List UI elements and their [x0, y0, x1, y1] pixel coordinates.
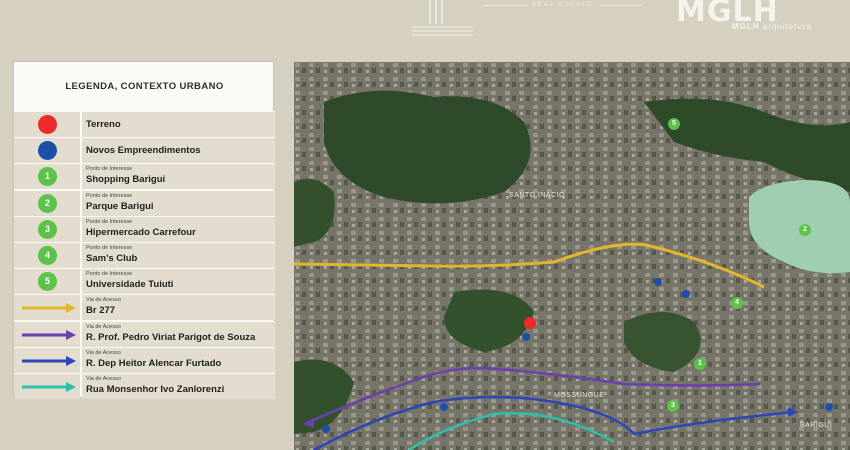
legend-sublabel: Via de Acesso: [86, 376, 121, 382]
legend-sublabel: Ponto de Interesse: [86, 192, 133, 199]
circle-marker-icon: [38, 141, 57, 161]
divider: [600, 5, 642, 6]
satellite-map[interactable]: SANTO INÁCIO MOSSUNGUE BARIGUI 5 2 4 1 3: [294, 62, 850, 450]
arrow-right-icon: [22, 303, 76, 314]
brand-logo-icon: [412, 0, 473, 36]
legend-row: 3 Ponto de Interesse Hipermercado Carrefou…: [14, 215, 275, 242]
arrow-right-icon: [22, 355, 76, 366]
label-barigui: BARIGUI: [800, 422, 833, 429]
brand-subtitle: MGLH arquitetura: [732, 22, 813, 31]
terreno-marker[interactable]: [524, 317, 536, 329]
legend-symbol-cell: 2: [14, 189, 80, 216]
label-santo-inacio: SANTO INÁCIO: [509, 192, 566, 199]
legend-sublabel: Ponto de Interesse: [86, 166, 133, 173]
legend-label: Shopping Barigui: [86, 174, 166, 186]
legend-label-cell: Via de Acesso R. Prof. Pedro Viriat Parig…: [82, 320, 275, 347]
legend-symbol-cell: [14, 320, 80, 347]
arrow-right-icon: [22, 329, 76, 340]
legend-symbol-cell: 3: [14, 215, 80, 242]
legend-row: 2 Ponto de Interesse Parque Barigui: [14, 189, 275, 216]
circle-marker-icon: [38, 115, 57, 134]
legend-label: Terreno: [86, 119, 121, 130]
legend-label-cell: Ponto de Interesse Hipermercado Carrefour: [82, 215, 275, 242]
legend-symbol-cell: [14, 111, 80, 137]
legend-panel: LEGENDA, CONTEXTO URBANO Terreno Novos Em…: [13, 61, 275, 399]
label-mossungue: MOSSUNGUE: [554, 392, 605, 399]
legend-symbol-cell: [14, 373, 80, 399]
legend-label-cell: Ponto de Interesse Parque Barigui: [82, 189, 275, 216]
legend-sublabel: Via de Acesso: [86, 323, 121, 330]
poi-pin-2[interactable]: 2: [799, 224, 811, 236]
legend-row: Via de Acesso Br 277: [14, 294, 275, 321]
legend-sublabel: Ponto de Interesse: [86, 271, 133, 278]
legend-label: R. Dep Heitor Alencar Furtado: [86, 357, 222, 369]
legend-label-cell: Terreno: [82, 111, 275, 137]
legend-row: Terreno: [14, 111, 275, 137]
legend-symbol-cell: [14, 346, 80, 373]
legend-symbol-cell: 4: [14, 242, 80, 268]
legend-row: Via de Acesso R. Dep Heitor Alencar Furta…: [14, 346, 275, 373]
legend-sublabel: Ponto de Interesse: [86, 218, 133, 225]
legend-row: 5 Ponto de Interesse Universidade Tuiuti: [14, 268, 275, 295]
arrow-right-icon: [22, 382, 76, 392]
legend-symbol-cell: 1: [14, 163, 80, 190]
legend-label-cell: Via de Acesso Rua Monsenhor Ivo Zanlorenz…: [82, 373, 275, 399]
legend-label: Sam's Club: [86, 253, 138, 264]
header: REAL ESTATE MGLH MGLH arquitetura: [0, 0, 850, 60]
poi-marker-icon: 5: [38, 272, 57, 292]
poi-marker-icon: 1: [38, 167, 57, 187]
legend-label-cell: Ponto de Interesse Sam's Club: [82, 242, 275, 268]
poi-pin-1[interactable]: 1: [694, 358, 706, 370]
poi-marker-icon: 4: [38, 246, 57, 265]
legend-label: Parque Barigui: [86, 200, 154, 212]
poi-marker-icon: 2: [38, 193, 57, 213]
poi-pin-5[interactable]: 5: [668, 118, 680, 130]
legend-label-cell: Ponto de Interesse Universidade Tuiuti: [82, 268, 275, 295]
legend-title: LEGENDA, CONTEXTO URBANO: [65, 81, 224, 92]
poi-pin-3[interactable]: 3: [667, 400, 679, 412]
legend-label-cell: Via de Acesso R. Dep Heitor Alencar Furta…: [82, 346, 275, 373]
legend-label: Hipermercado Carrefour: [86, 226, 196, 238]
legend-sublabel: Via de Acesso: [86, 349, 121, 356]
poi-pin-4[interactable]: 4: [731, 297, 743, 309]
legend-row: 4 Ponto de Interesse Sam's Club: [14, 242, 275, 268]
legend-row: 1 Ponto de Interesse Shopping Barigui: [14, 163, 275, 190]
legend-row: Via de Acesso R. Prof. Pedro Viriat Parig…: [14, 320, 275, 347]
legend-symbol-cell: 5: [14, 268, 80, 295]
legend-label: Rua Monsenhor Ivo Zanlorenzi: [86, 384, 225, 395]
legend-label-cell: Ponto de Interesse Shopping Barigui: [82, 163, 275, 190]
legend-label: Novos Empreendimentos: [86, 145, 201, 157]
legend-sublabel: Ponto de Interesse: [86, 245, 133, 251]
legend-symbol-cell: [14, 137, 80, 164]
legend-sublabel: Via de Acesso: [86, 297, 121, 304]
legend-label: Br 277: [86, 305, 116, 317]
legend-label: R. Prof. Pedro Viriat Parigot de Souza: [86, 331, 256, 343]
legend-row: Via de Acesso Rua Monsenhor Ivo Zanlorenz…: [14, 373, 275, 399]
legend-label: Universidade Tuiuti: [86, 279, 174, 291]
legend-row: Novos Empreendimentos: [14, 137, 275, 164]
legend-label-cell: Novos Empreendimentos: [82, 137, 275, 164]
poi-marker-icon: 3: [38, 219, 57, 239]
legend-symbol-cell: [14, 294, 80, 321]
legend-label-cell: Via de Acesso Br 277: [82, 294, 275, 321]
